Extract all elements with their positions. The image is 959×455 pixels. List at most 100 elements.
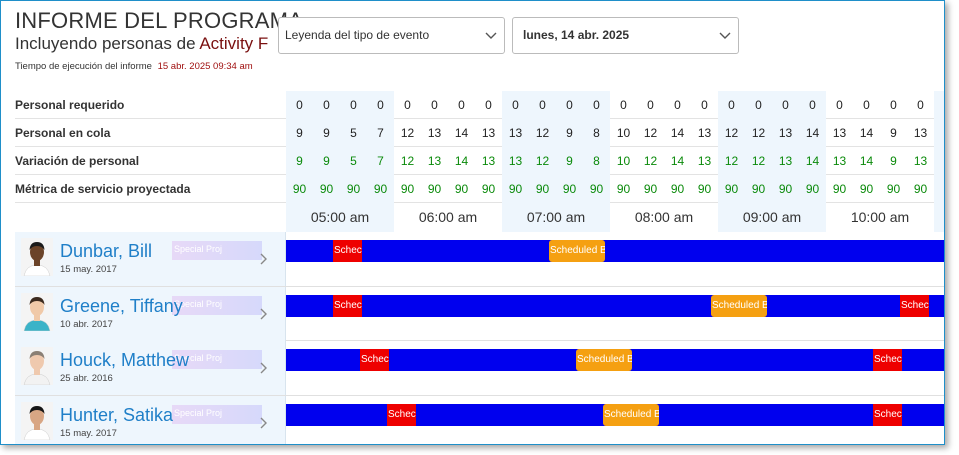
- metric-cell: 90: [529, 175, 556, 203]
- metric-cell: 90: [697, 182, 712, 196]
- date-dropdown[interactable]: lunes, 14 abr. 2025: [512, 17, 739, 54]
- hour-label: 10:00 am: [850, 209, 910, 225]
- metric-cell: 13: [481, 154, 496, 168]
- person-name-link[interactable]: Greene, Tiffany: [60, 296, 183, 317]
- metric-cell: 90: [859, 182, 874, 196]
- metric-cell: 90: [556, 175, 583, 203]
- metric-cell: 90: [772, 175, 799, 203]
- scheduled-event-red[interactable]: Schec: [873, 403, 902, 426]
- runtime-label: Tiempo de ejecución del informe: [15, 61, 152, 72]
- metric-cell: 14: [454, 154, 469, 168]
- metric-cell: 8: [583, 147, 610, 175]
- metric-cell: 5: [340, 119, 367, 147]
- scheduled-event-red[interactable]: Schec: [333, 240, 362, 262]
- metric-row: Personal requerido 0 0 0 0 0 0 0 0 0 0 0 0 0 0 0 0 0 0 0 0 0 0…: [15, 91, 944, 119]
- metric-cell: 0: [890, 98, 897, 112]
- report-subtitle: Incluyendo personas de Activity F: [15, 34, 268, 54]
- metric-label: Métrica de servicio proyectada: [15, 182, 191, 196]
- metric-cell: 13: [481, 126, 496, 140]
- metric-cell: 0: [701, 98, 708, 112]
- report-title: INFORME DEL PROGRAMA: [15, 8, 303, 33]
- person-row[interactable]: Special Proj Dunbar, Bill 15 may. 2017 Sche…: [15, 232, 944, 287]
- person-name-link[interactable]: Houck, Matthew: [60, 350, 189, 371]
- metric-cell: 12: [718, 119, 745, 147]
- metric-label: Variación de personal: [15, 154, 140, 168]
- scheduled-event-red[interactable]: Schec: [900, 294, 929, 317]
- shift-bar[interactable]: Schec Scheduled B Schec: [286, 294, 944, 317]
- shift-bar[interactable]: Schec Scheduled B: [286, 240, 944, 262]
- scheduled-event-orange[interactable]: Scheduled B: [576, 349, 632, 371]
- hour-timeline: 05:00 am 06:00 am 07:00 am 08:00 am 09:00 am…: [286, 203, 944, 232]
- chevron-right-icon[interactable]: [258, 416, 268, 430]
- person-name-link[interactable]: Dunbar, Bill: [60, 241, 152, 262]
- metric-cell: 90: [481, 182, 496, 196]
- metric-cell: 14: [454, 126, 469, 140]
- scheduled-event-red[interactable]: Schec: [333, 294, 362, 317]
- hour-label: 09:00 am: [718, 203, 826, 232]
- metric-cell: 90: [913, 182, 928, 196]
- person-hire-date: 25 abr. 2016: [60, 373, 113, 384]
- metric-cell: 9: [286, 119, 313, 147]
- hour-label: 07:00 am: [502, 203, 610, 232]
- metric-cell: 13: [913, 154, 928, 168]
- person-card[interactable]: Special Proj Houck, Matthew 25 abr. 2016: [15, 341, 286, 395]
- metric-cells: 9 9 5 7 12 13 14 13 13 12 9 8 10 12 14 13 12 12 13 14 13 14 9 1…: [286, 147, 944, 175]
- shift-bar[interactable]: Schec Scheduled B Schec: [286, 349, 944, 371]
- scheduled-event-orange[interactable]: Scheduled B: [549, 240, 605, 262]
- metric-cell: 12: [745, 119, 772, 147]
- metric-cell: 0: [674, 98, 681, 112]
- person-row[interactable]: Special Proj Greene, Tiffany 10 abr. 2017 S…: [15, 286, 944, 341]
- event-legend-dropdown[interactable]: Leyenda del tipo de evento: [278, 17, 505, 54]
- metric-cell: 90: [286, 175, 313, 203]
- metric-cell: 9: [556, 119, 583, 147]
- metric-cell: 13: [427, 154, 442, 168]
- metric-cell: 90: [616, 182, 631, 196]
- metric-cell: 14: [670, 126, 685, 140]
- chevron-right-icon[interactable]: [258, 252, 268, 266]
- metric-cell: 90: [643, 182, 658, 196]
- chevron-right-icon[interactable]: [258, 361, 268, 375]
- metric-cell: 0: [745, 91, 772, 119]
- metric-cell: 90: [670, 182, 685, 196]
- metric-cell: 90: [502, 175, 529, 203]
- person-card[interactable]: Special Proj Hunter, Satika 15 may. 2017: [15, 395, 286, 444]
- person-row[interactable]: Special Proj Houck, Matthew 25 abr. 2016 Sc…: [15, 341, 944, 396]
- metric-cell: 0: [404, 98, 411, 112]
- subtitle-prefix: Incluyendo personas de: [15, 34, 196, 53]
- metric-cell: 12: [400, 126, 415, 140]
- metric-cell: 90: [718, 175, 745, 203]
- scheduled-event-red[interactable]: Schec: [387, 403, 416, 426]
- metric-label: Personal requerido: [15, 98, 125, 112]
- metric-cell: 0: [620, 98, 627, 112]
- timeline-edge: [934, 203, 944, 232]
- scheduled-event-orange[interactable]: Scheduled B: [603, 403, 659, 426]
- metric-cell: 0: [313, 91, 340, 119]
- metric-cells: 90 90 90 90 90 90 90 90 90 90 90 90 90 90 90 90 90 90 90 90…: [286, 175, 944, 203]
- scheduled-event-orange[interactable]: Scheduled B: [711, 294, 767, 317]
- scheduled-event-red[interactable]: Schec: [360, 349, 389, 371]
- metric-cell: 9: [556, 147, 583, 175]
- avatar: [21, 292, 53, 331]
- metric-cell: 14: [799, 119, 826, 147]
- metric-cell: 13: [502, 119, 529, 147]
- person-name-link[interactable]: Hunter, Satika: [60, 405, 173, 426]
- metric-cell: 12: [400, 154, 415, 168]
- scheduled-event-red[interactable]: Schec: [873, 349, 902, 371]
- person-hire-date: 15 may. 2017: [60, 427, 117, 439]
- metric-cell: 0: [836, 98, 843, 112]
- metric-cell: 0: [286, 91, 313, 119]
- person-card[interactable]: Special Proj Dunbar, Bill 15 may. 2017: [15, 232, 286, 286]
- metric-cell: 13: [502, 147, 529, 175]
- person-card[interactable]: Special Proj Greene, Tiffany 10 abr. 2017: [15, 286, 286, 341]
- metric-cell: 8: [583, 119, 610, 147]
- metric-cell: 90: [799, 175, 826, 203]
- chevron-right-icon[interactable]: [258, 307, 268, 321]
- metric-cell: 9: [890, 154, 897, 168]
- metric-cell: 7: [367, 147, 394, 175]
- metric-cell: 13: [832, 154, 847, 168]
- metric-cell: 14: [859, 154, 874, 168]
- shift-bar[interactable]: Schec Scheduled B Schec: [286, 403, 944, 426]
- metric-cell: 0: [367, 91, 394, 119]
- metric-cell: 13: [772, 147, 799, 175]
- person-row[interactable]: Special Proj Hunter, Satika 15 may. 2017 Sc…: [15, 395, 944, 444]
